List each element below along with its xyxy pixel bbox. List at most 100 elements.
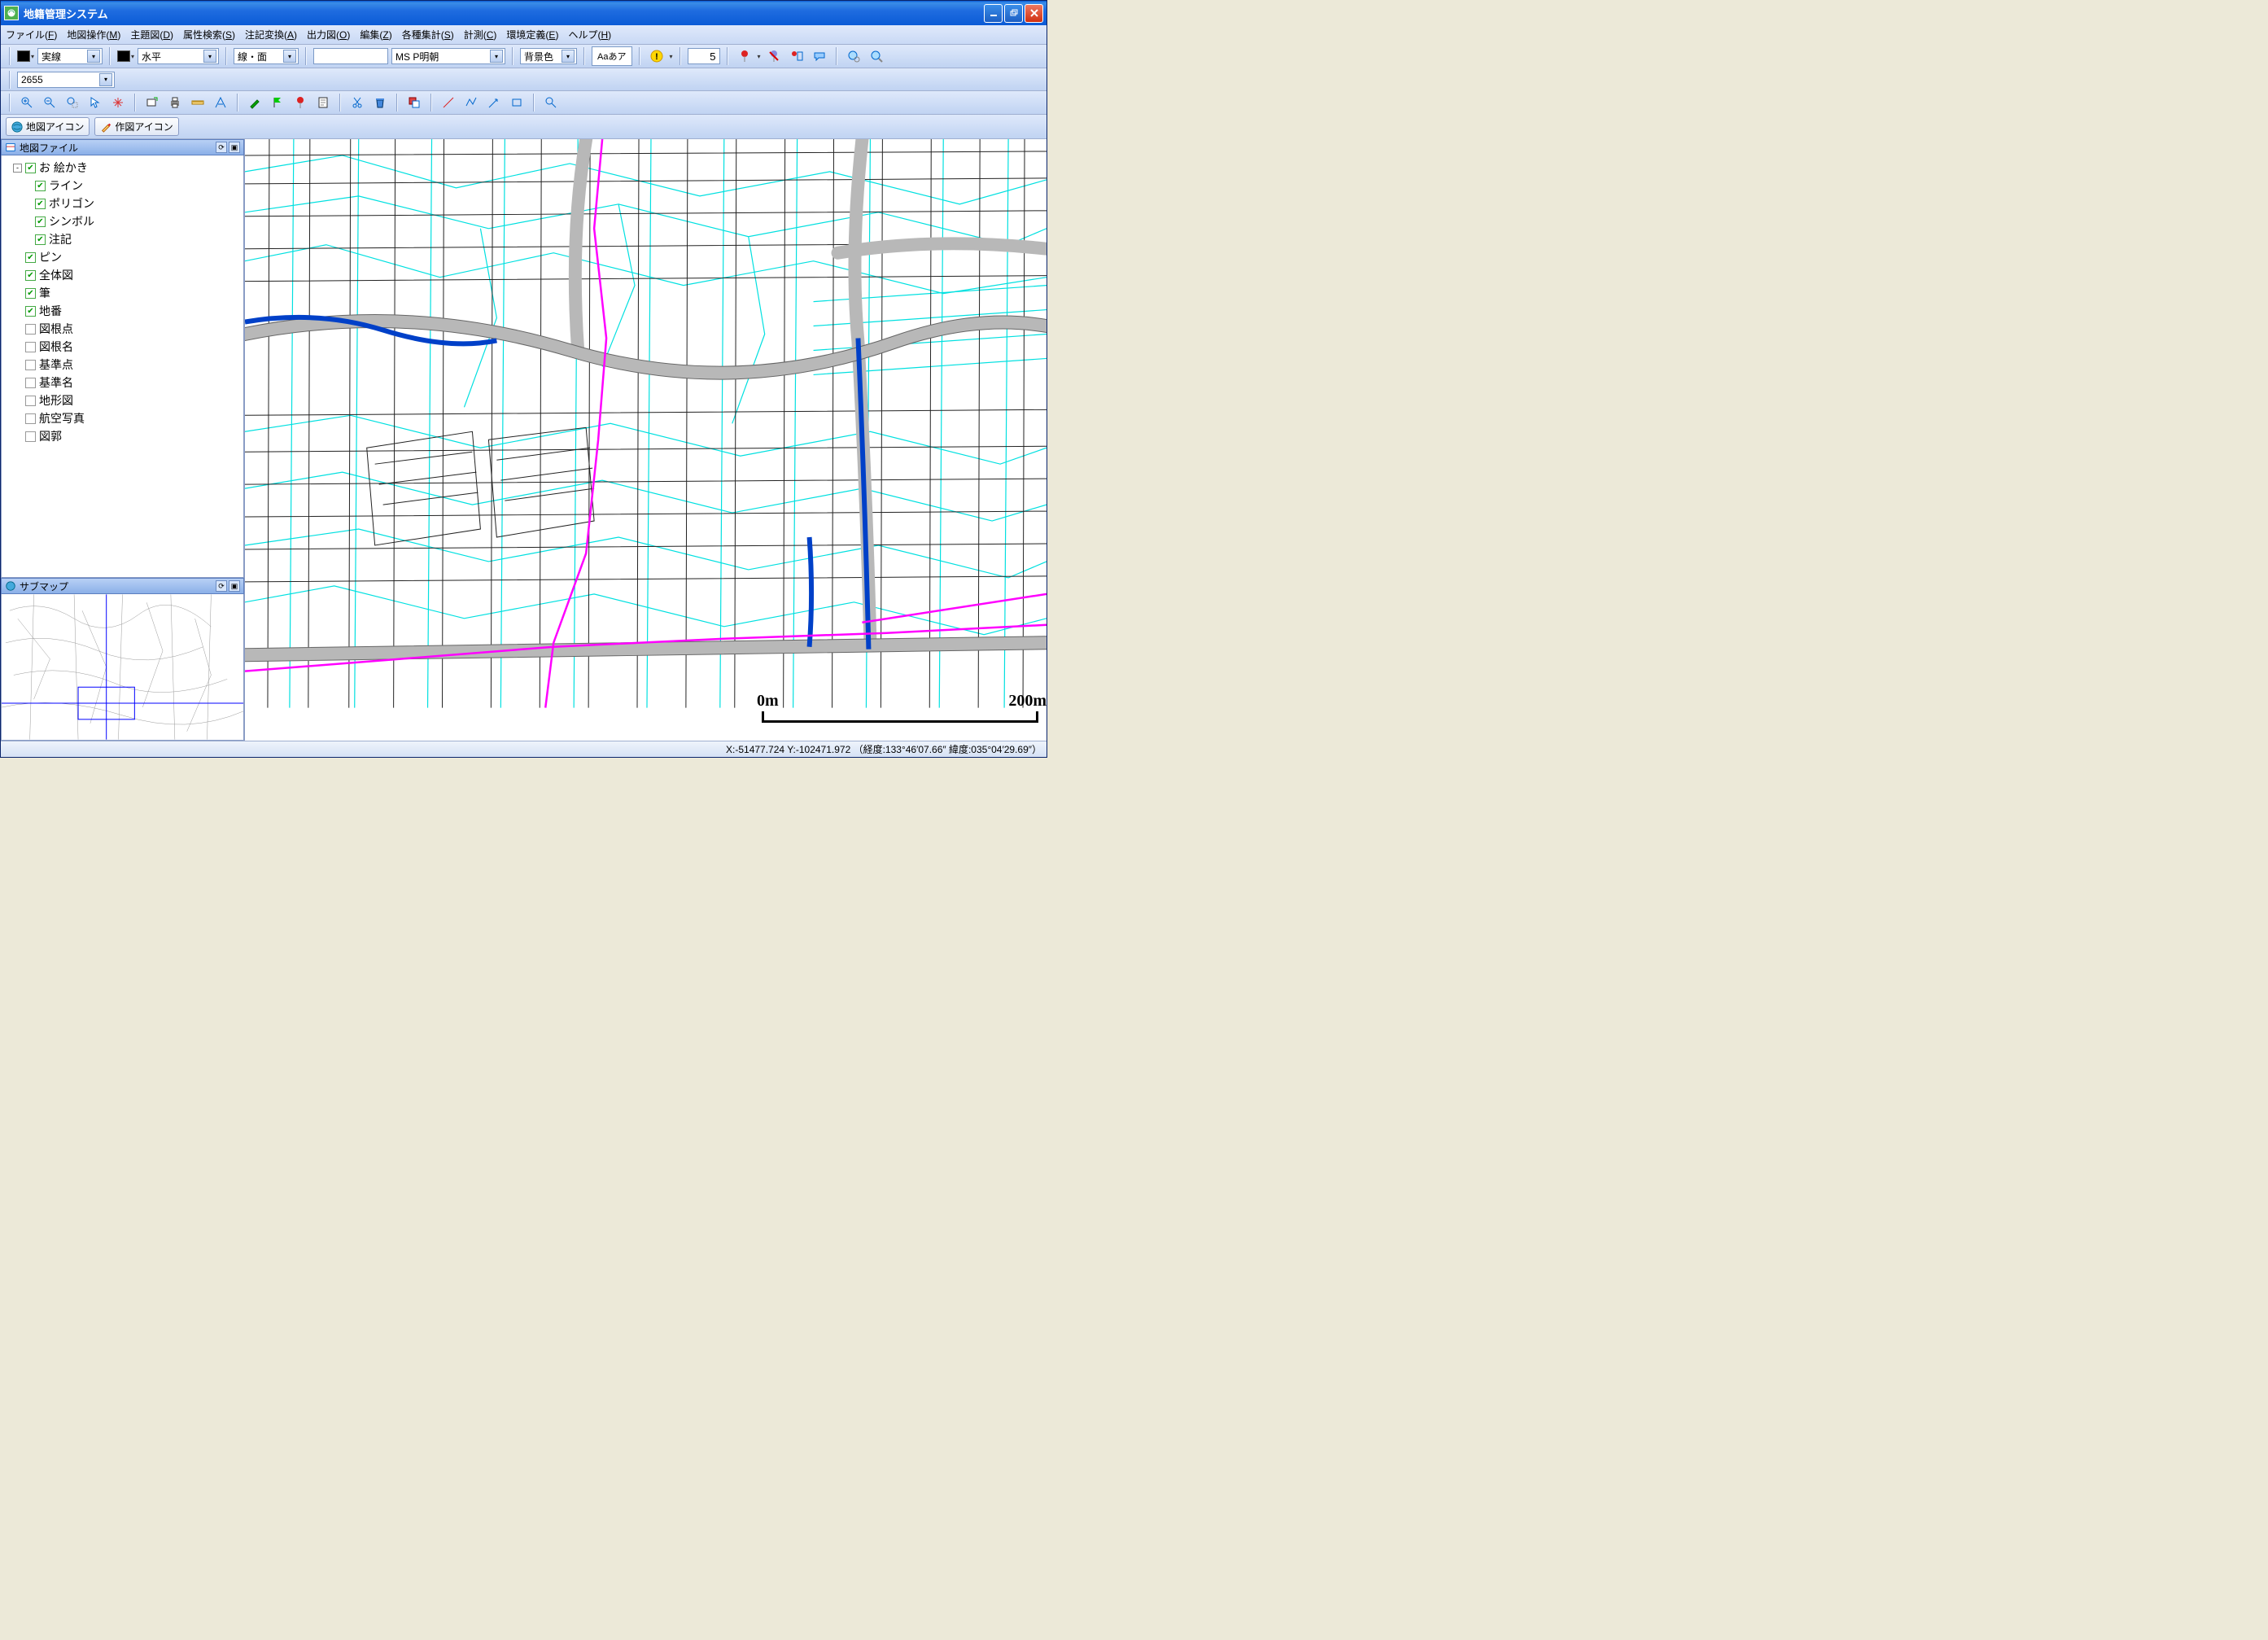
trash-icon[interactable] (370, 93, 390, 112)
submap-panel-header[interactable]: サブマップ ⟳ ▣ (1, 578, 244, 594)
layer-label: ピン (39, 249, 62, 265)
hatch-combo[interactable]: 水平▾ (138, 48, 219, 64)
layer-item[interactable]: ✔図根名 (3, 338, 242, 356)
layer-checkbox[interactable]: ✔ (25, 252, 36, 263)
fill-color-swatch[interactable]: ▾ (117, 50, 134, 62)
rect-icon[interactable] (507, 93, 527, 112)
zoom-in-icon[interactable] (17, 93, 37, 112)
layer-checkbox[interactable]: ✔ (25, 288, 36, 299)
text-input-combo[interactable] (313, 48, 388, 64)
menu-d[interactable]: 主題図(D) (130, 28, 173, 42)
expand-toggle[interactable]: - (13, 164, 22, 173)
layer-item[interactable]: ✔全体図 (3, 266, 242, 284)
warning-icon[interactable]: ! (647, 46, 666, 66)
pen-icon[interactable] (245, 93, 264, 112)
search-icon[interactable] (541, 93, 561, 112)
layer-add-icon[interactable] (142, 93, 162, 112)
draw-icons-tab[interactable]: 作図アイコン (94, 117, 178, 136)
layer-checkbox[interactable]: ✔ (35, 216, 46, 227)
linestyle-combo[interactable]: 実線▾ (37, 48, 103, 64)
comment-icon[interactable] (810, 46, 829, 66)
layer-item[interactable]: ✔ライン (3, 177, 242, 195)
note-icon[interactable] (313, 93, 333, 112)
menu-h[interactable]: ヘルプ(H) (568, 28, 611, 42)
menu-s[interactable]: 属性検索(S) (183, 28, 235, 42)
line-color-swatch[interactable]: ▾ (17, 50, 34, 62)
red-pin-icon[interactable] (735, 46, 754, 66)
minimize-button[interactable] (984, 4, 1003, 23)
layer-checkbox[interactable]: ✔ (25, 413, 36, 424)
layer-checkbox[interactable]: ✔ (25, 431, 36, 442)
pan-icon[interactable] (108, 93, 128, 112)
layer-item[interactable]: ✔航空写真 (3, 409, 242, 427)
layer-item[interactable]: ✔注記 (3, 230, 242, 248)
layer-checkbox[interactable]: ✔ (25, 378, 36, 388)
layer-item[interactable]: ✔図郭 (3, 427, 242, 445)
layer-checkbox[interactable]: ✔ (25, 306, 36, 317)
menu-z[interactable]: 編集(Z) (360, 28, 391, 42)
bgmode-combo[interactable]: 背景色▾ (520, 48, 577, 64)
drawmode-value: 線・面 (238, 50, 283, 63)
layer-checkbox[interactable]: ✔ (35, 234, 46, 245)
menubar: ファイル(F) 地図操作(M) 主題図(D) 属性検索(S) 注記変換(A) 出力図(O)… (1, 25, 1047, 45)
layer-checkbox[interactable]: ✔ (25, 270, 36, 281)
mapfiles-panel-header[interactable]: 地図ファイル ⟳ ▣ (1, 139, 244, 155)
polyline-icon[interactable] (461, 93, 481, 112)
globe-zoom-icon[interactable] (867, 46, 886, 66)
menu-m[interactable]: 地図操作(M) (67, 28, 120, 42)
layer-item[interactable]: ✔地番 (3, 302, 242, 320)
bring-front-icon[interactable] (404, 93, 424, 112)
map-view[interactable]: 0m 200m (245, 139, 1047, 741)
layer-checkbox[interactable]: ✔ (25, 342, 36, 352)
layer-checkbox[interactable]: ✔ (35, 181, 46, 191)
menu-s[interactable]: 各種集計(S) (402, 28, 454, 42)
measure-icon[interactable] (211, 93, 230, 112)
map-icons-tab[interactable]: 地図アイコン (6, 117, 90, 136)
sample-text-button[interactable]: Aaあア (592, 46, 631, 66)
close-button[interactable] (1025, 4, 1043, 23)
cut-icon[interactable] (347, 93, 367, 112)
collapse-icon[interactable]: ▣ (229, 142, 240, 153)
size-field[interactable] (688, 48, 720, 64)
submap-collapse-icon[interactable]: ▣ (229, 580, 240, 592)
layer-checkbox[interactable]: ✔ (25, 324, 36, 335)
scale-end-label: 200m (1008, 692, 1047, 711)
layer-checkbox[interactable]: ✔ (25, 360, 36, 370)
layer-checkbox[interactable]: ✔ (25, 163, 36, 173)
font-combo[interactable]: MS P明朝▾ (391, 48, 505, 64)
submap-refresh-icon[interactable]: ⟳ (216, 580, 227, 592)
layer-checkbox[interactable]: ✔ (25, 396, 36, 406)
layer-item[interactable]: ✔ピン (3, 248, 242, 266)
ruler-icon[interactable] (188, 93, 208, 112)
flag-icon[interactable] (268, 93, 287, 112)
layer-item[interactable]: ✔基準点 (3, 356, 242, 374)
restore-button[interactable] (1004, 4, 1023, 23)
pin-delete-icon[interactable] (764, 46, 784, 66)
pointer-icon[interactable] (85, 93, 105, 112)
menu-c[interactable]: 計測(C) (464, 28, 497, 42)
menu-o[interactable]: 出力図(O) (307, 28, 350, 42)
scale-combo[interactable]: 2655▾ (17, 72, 115, 88)
print-icon[interactable] (165, 93, 185, 112)
drawmode-combo[interactable]: 線・面▾ (234, 48, 299, 64)
zoom-out-icon[interactable] (40, 93, 59, 112)
layer-item[interactable]: ✔図根点 (3, 320, 242, 338)
refresh-icon[interactable]: ⟳ (216, 142, 227, 153)
layer-checkbox[interactable]: ✔ (35, 199, 46, 209)
zoom-area-icon[interactable] (63, 93, 82, 112)
pin-list-icon[interactable] (787, 46, 806, 66)
menu-a[interactable]: 注記変換(A) (245, 28, 297, 42)
arrow-icon[interactable] (484, 93, 504, 112)
marker-icon[interactable] (291, 93, 310, 112)
layer-item[interactable]: ✔地形図 (3, 391, 242, 409)
line-icon[interactable] (439, 93, 458, 112)
layer-item[interactable]: ✔筆 (3, 284, 242, 302)
layer-item[interactable]: ✔ポリゴン (3, 195, 242, 212)
layer-item[interactable]: -✔お 絵かき (3, 159, 242, 177)
menu-e[interactable]: 環境定義(E) (506, 28, 558, 42)
globe-search-icon[interactable] (844, 46, 863, 66)
submap-view[interactable] (1, 594, 244, 741)
menu-f[interactable]: ファイル(F) (6, 28, 57, 42)
layer-item[interactable]: ✔基準名 (3, 374, 242, 391)
layer-item[interactable]: ✔シンボル (3, 212, 242, 230)
